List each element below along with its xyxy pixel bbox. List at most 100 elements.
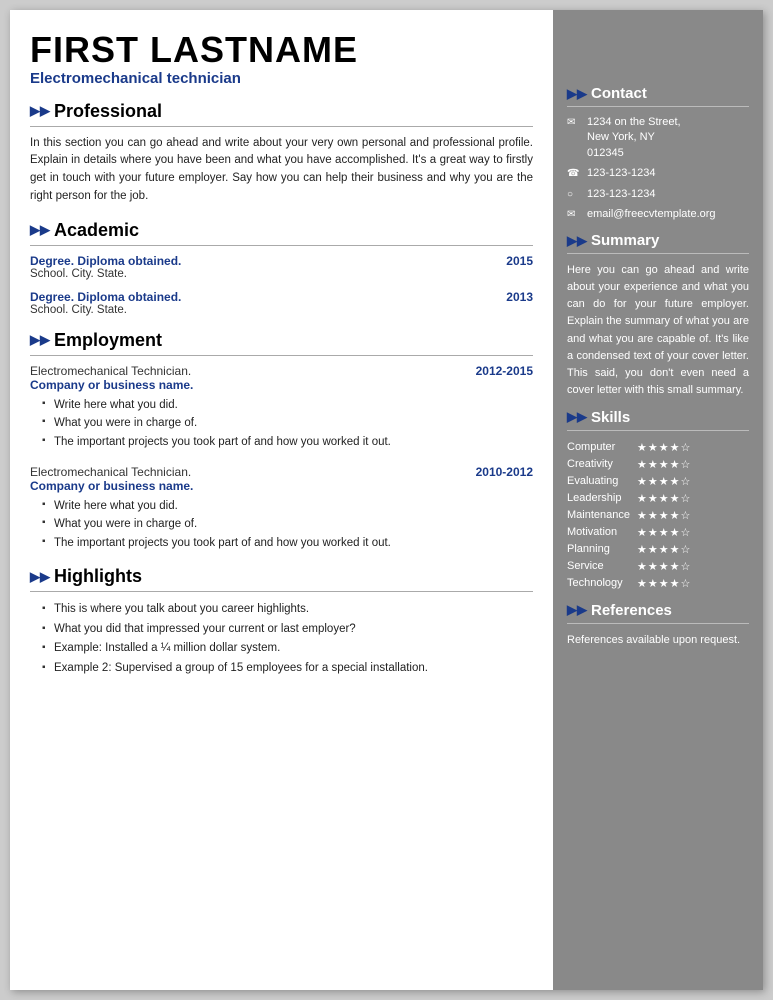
skills-title: Skills xyxy=(591,409,630,426)
skill-row: Planning★★★★☆ xyxy=(567,541,749,558)
academic-header: ▶▶ Academic xyxy=(30,220,533,241)
full-name: FIRST LASTNAME xyxy=(30,30,533,70)
bullet-1-1: Write here what you did. xyxy=(42,396,533,414)
skill-row: Leadership★★★★☆ xyxy=(567,490,749,507)
summary-divider xyxy=(567,253,749,254)
professional-arrow-icon: ▶▶ xyxy=(30,103,50,119)
skill-name: Planning xyxy=(567,541,637,558)
summary-text: Here you can go ahead and write about yo… xyxy=(567,262,749,398)
academic-row-1: Degree. Diploma obtained. 2015 xyxy=(30,254,533,268)
job-title: Electromechanical technician xyxy=(30,70,533,87)
degree-title-1: Degree. Diploma obtained. xyxy=(30,254,181,268)
emp-title-1: Electromechanical Technician. xyxy=(30,364,191,378)
summary-arrow-icon: ▶▶ xyxy=(567,233,587,249)
contact-address-text: 1234 on the Street, New York, NY 012345 xyxy=(587,115,681,161)
contact-phone1: ☎ 123-123-1234 xyxy=(567,166,749,181)
contact-arrow-icon: ▶▶ xyxy=(567,86,587,102)
academic-divider xyxy=(30,245,533,246)
professional-title: Professional xyxy=(54,101,162,122)
skill-stars: ★★★★☆ xyxy=(637,456,749,473)
bullet-2-3: The important projects you took part of … xyxy=(42,534,533,552)
contact-address: ✉ 1234 on the Street, New York, NY 01234… xyxy=(567,115,749,161)
skill-name: Motivation xyxy=(567,524,637,541)
academic-entry-2: Degree. Diploma obtained. 2013 School. C… xyxy=(30,290,533,316)
highlight-item-3: Example: Installed a ¼ million dollar sy… xyxy=(42,639,533,659)
emp-company-1: Company or business name. xyxy=(30,378,533,392)
professional-header: ▶▶ Professional xyxy=(30,101,533,122)
skill-stars: ★★★★☆ xyxy=(637,558,749,575)
skill-row: Computer★★★★☆ xyxy=(567,439,749,456)
skills-arrow-icon: ▶▶ xyxy=(567,409,587,425)
academic-title: Academic xyxy=(54,220,139,241)
left-column: FIRST LASTNAME Electromechanical technic… xyxy=(10,10,553,990)
emp-bullets-2: Write here what you did. What you were i… xyxy=(30,497,533,552)
bullet-2-1: Write here what you did. xyxy=(42,497,533,515)
email-text: email@freecvtemplate.org xyxy=(587,207,716,222)
employment-divider xyxy=(30,355,533,356)
emp-title-2: Electromechanical Technician. xyxy=(30,465,191,479)
emp-bullets-1: Write here what you did. What you were i… xyxy=(30,396,533,451)
references-text: References available upon request. xyxy=(567,632,749,649)
skill-stars: ★★★★☆ xyxy=(637,490,749,507)
email-icon: ✉ xyxy=(567,208,581,222)
summary-section-header: ▶▶ Summary xyxy=(567,232,749,249)
address-icon: ✉ xyxy=(567,116,581,130)
emp-company-2: Company or business name. xyxy=(30,479,533,493)
highlight-item-2: What you did that impressed your current… xyxy=(42,620,533,640)
degree-school-2: School. City. State. xyxy=(30,304,533,316)
skills-section-header: ▶▶ Skills xyxy=(567,409,749,426)
highlights-divider xyxy=(30,591,533,592)
skill-stars: ★★★★☆ xyxy=(637,473,749,490)
name-block: FIRST LASTNAME Electromechanical technic… xyxy=(30,30,533,87)
skill-name: Service xyxy=(567,558,637,575)
contact-divider xyxy=(567,106,749,107)
employment-entry-1: Electromechanical Technician. 2012-2015 … xyxy=(30,364,533,451)
mobile-icon: ○ xyxy=(567,188,581,202)
skill-stars: ★★★★☆ xyxy=(637,575,749,592)
academic-entry-1: Degree. Diploma obtained. 2015 School. C… xyxy=(30,254,533,280)
employment-row-1: Electromechanical Technician. 2012-2015 xyxy=(30,364,533,378)
degree-year-2: 2013 xyxy=(506,290,533,304)
contact-section-header: ▶▶ Contact xyxy=(567,85,749,102)
skill-stars: ★★★★☆ xyxy=(637,524,749,541)
degree-school-1: School. City. State. xyxy=(30,268,533,280)
highlight-item-4: Example 2: Supervised a group of 15 empl… xyxy=(42,659,533,679)
employment-arrow-icon: ▶▶ xyxy=(30,332,50,348)
highlights-arrow-icon: ▶▶ xyxy=(30,569,50,585)
contact-title: Contact xyxy=(591,85,647,102)
skill-name: Maintenance xyxy=(567,507,637,524)
skill-row: Maintenance★★★★☆ xyxy=(567,507,749,524)
degree-year-1: 2015 xyxy=(506,254,533,268)
right-column: ▶▶ Contact ✉ 1234 on the Street, New Yor… xyxy=(553,10,763,990)
highlights-title: Highlights xyxy=(54,566,142,587)
skill-row: Creativity★★★★☆ xyxy=(567,456,749,473)
employment-title: Employment xyxy=(54,330,162,351)
skill-name: Creativity xyxy=(567,456,637,473)
summary-title: Summary xyxy=(591,232,659,249)
references-arrow-icon: ▶▶ xyxy=(567,602,587,618)
professional-text: In this section you can go ahead and wri… xyxy=(30,135,533,206)
skill-row: Evaluating★★★★☆ xyxy=(567,473,749,490)
bullet-1-2: What you were in charge of. xyxy=(42,414,533,432)
resume-page: FIRST LASTNAME Electromechanical technic… xyxy=(10,10,763,990)
academic-arrow-icon: ▶▶ xyxy=(30,222,50,238)
bullet-1-3: The important projects you took part of … xyxy=(42,433,533,451)
skills-table: Computer★★★★☆Creativity★★★★☆Evaluating★★… xyxy=(567,439,749,592)
skill-stars: ★★★★☆ xyxy=(637,541,749,558)
skills-divider xyxy=(567,430,749,431)
skill-stars: ★★★★☆ xyxy=(637,507,749,524)
skill-name: Evaluating xyxy=(567,473,637,490)
bullet-2-2: What you were in charge of. xyxy=(42,515,533,533)
academic-row-2: Degree. Diploma obtained. 2013 xyxy=(30,290,533,304)
skill-name: Technology xyxy=(567,575,637,592)
employment-header: ▶▶ Employment xyxy=(30,330,533,351)
skill-row: Motivation★★★★☆ xyxy=(567,524,749,541)
emp-years-1: 2012-2015 xyxy=(476,364,533,378)
skill-row: Technology★★★★☆ xyxy=(567,575,749,592)
skill-row: Service★★★★☆ xyxy=(567,558,749,575)
highlights-list: This is where you talk about you career … xyxy=(30,600,533,678)
highlights-header: ▶▶ Highlights xyxy=(30,566,533,587)
skill-name: Computer xyxy=(567,439,637,456)
degree-title-2: Degree. Diploma obtained. xyxy=(30,290,181,304)
skill-name: Leadership xyxy=(567,490,637,507)
